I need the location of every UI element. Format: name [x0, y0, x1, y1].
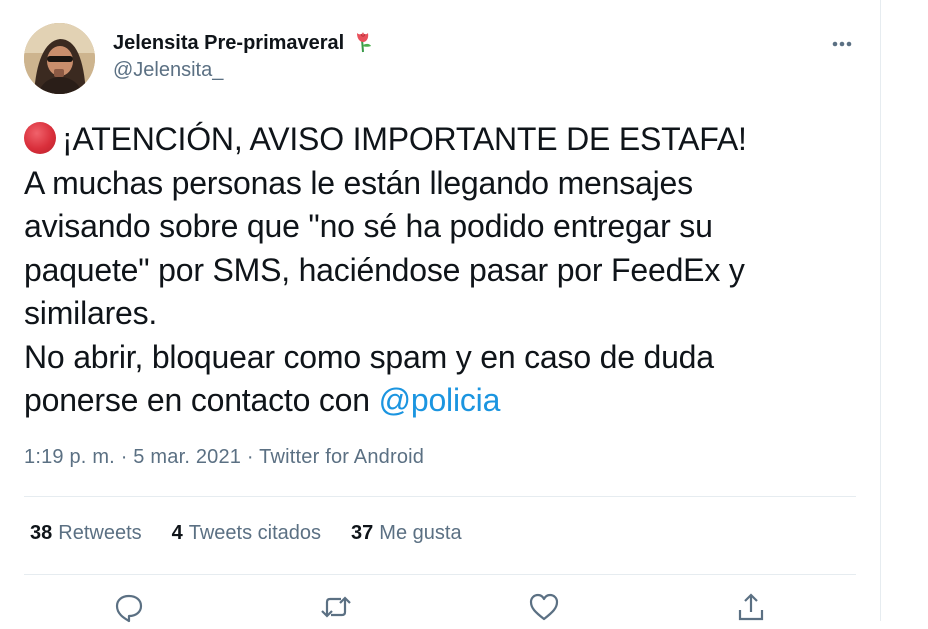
tweet-line-2: A muchas personas le están llegando mens…	[24, 164, 693, 201]
tweet-stats: 38 Retweets 4 Tweets citados 37 Me gusta	[30, 522, 462, 545]
name-row: Jelensita Pre-primaveral	[113, 29, 374, 58]
likes-stat[interactable]: 37 Me gusta	[351, 522, 462, 545]
tweet-timestamp[interactable]: 1:19 p. m. · 5 mar. 2021 · Twitter for A…	[24, 446, 424, 469]
retweets-count: 38	[30, 522, 53, 544]
tweet-actions	[0, 590, 880, 624]
quotes-stat[interactable]: 4 Tweets citados	[172, 522, 321, 545]
tweet-line-1: ¡ATENCIÓN, AVISO IMPORTANTE DE ESTAFA!	[24, 118, 824, 162]
rose-icon	[352, 29, 374, 58]
red-circle-icon	[24, 122, 56, 154]
tweet-line-text: ponerse en contacto con	[24, 382, 379, 418]
tweet-line-3: avisando sobre que "no sé ha podido entr…	[24, 208, 713, 244]
share-icon[interactable]	[734, 590, 768, 624]
quotes-label: Tweets citados	[188, 522, 322, 544]
retweets-label: Retweets	[58, 522, 142, 544]
tweet-line-7: ponerse en contacto con @policia	[24, 379, 824, 423]
user-handle[interactable]: @Jelensita_	[113, 59, 223, 82]
display-name[interactable]: Jelensita Pre-primaveral	[113, 32, 344, 55]
tweet-line-5: similares.	[24, 295, 158, 331]
likes-label: Me gusta	[379, 522, 462, 544]
tweet-line-4: paquete" por SMS, haciéndose pasar por F…	[24, 251, 745, 288]
divider	[24, 574, 856, 575]
avatar-photo	[24, 23, 95, 94]
likes-count: 37	[351, 522, 374, 544]
divider	[24, 496, 856, 497]
avatar[interactable]	[24, 23, 95, 94]
tweet-line-6: No abrir, bloquear como spam y en caso d…	[24, 338, 714, 375]
reply-icon[interactable]	[112, 590, 146, 624]
more-options-icon[interactable]	[826, 32, 858, 56]
mention-link[interactable]: @policia	[379, 382, 501, 418]
like-icon[interactable]	[527, 590, 561, 624]
retweet-icon[interactable]	[319, 590, 353, 624]
tweet-line-text: ¡ATENCIÓN, AVISO IMPORTANTE DE ESTAFA!	[62, 121, 747, 157]
quotes-count: 4	[171, 522, 183, 544]
tweet-text: ¡ATENCIÓN, AVISO IMPORTANTE DE ESTAFA! A…	[24, 118, 824, 423]
tweet: Jelensita Pre-primaveral @Jelensita_ ¡AT…	[0, 0, 880, 624]
retweets-stat[interactable]: 38 Retweets	[30, 522, 142, 545]
column-border	[880, 0, 881, 621]
